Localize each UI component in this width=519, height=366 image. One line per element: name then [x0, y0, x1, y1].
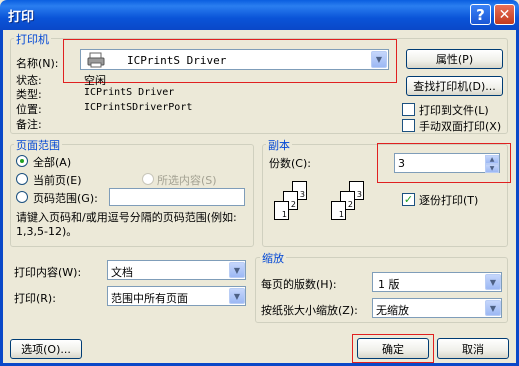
print-what-label: 打印内容(W):	[14, 266, 82, 279]
print-to-file-checkbox[interactable]	[402, 103, 415, 116]
comment-label: 备注:	[16, 118, 42, 131]
type-value: ICPrintS Driver	[84, 87, 175, 98]
highlight-copies	[377, 143, 511, 183]
close-button[interactable]: ✕	[494, 4, 515, 25]
copies-legend: 副本	[266, 137, 292, 153]
page-stack-1-page-1: 1	[274, 201, 289, 220]
window-title: 打印	[8, 10, 35, 25]
page-range-hint: 请键入页码和/或用逗号分隔的页码范围(例如: 1,3,5-12)。	[16, 211, 237, 238]
chevron-down-icon[interactable]: ▼	[485, 300, 501, 316]
print-what-select[interactable]: 文档 ▼	[107, 260, 246, 280]
status-value: 空闲	[84, 74, 106, 87]
type-label: 类型:	[16, 88, 42, 101]
help-icon: ?	[476, 5, 485, 24]
pages-input[interactable]	[109, 188, 245, 206]
properties-button[interactable]: 属性(P)	[406, 49, 503, 69]
radio-current-label: 当前页(E)	[33, 174, 82, 187]
chevron-down-icon[interactable]: ▼	[229, 288, 245, 304]
collate-label: 逐份打印(T)	[419, 194, 479, 207]
print-what-value: 文档	[111, 266, 133, 279]
radio-current[interactable]	[16, 173, 28, 185]
print-range-value: 范围中所有页面	[111, 292, 188, 305]
scale-value: 无缩放	[376, 304, 409, 317]
cancel-button[interactable]: 取消	[437, 338, 509, 359]
print-to-file-label: 打印到文件(L)	[419, 104, 489, 117]
zoom-legend: 缩放	[260, 250, 286, 266]
ok-button[interactable]: 确定	[357, 338, 429, 359]
highlight-printer-name	[63, 39, 397, 83]
title-bar	[0, 0, 519, 30]
radio-selection-label: 所选内容(S)	[157, 174, 217, 187]
radio-selection	[142, 173, 154, 185]
close-icon: ✕	[498, 6, 511, 23]
scale-select[interactable]: 无缩放 ▼	[372, 298, 502, 318]
help-button[interactable]: ?	[470, 4, 491, 25]
collate-checkbox[interactable]: ✓	[402, 193, 415, 206]
print-range-label: 打印(R):	[14, 292, 56, 305]
page-range-legend: 页面范围	[14, 137, 62, 153]
printer-name-label: 名称(N):	[16, 57, 59, 70]
manual-duplex-checkbox[interactable]	[402, 119, 415, 132]
where-label: 位置:	[16, 103, 42, 116]
radio-pages-label: 页码范围(G):	[33, 192, 98, 205]
chevron-down-icon[interactable]: ▼	[485, 274, 501, 290]
pages-per-sheet-select[interactable]: 1 版 ▼	[372, 272, 502, 292]
pages-per-sheet-value: 1 版	[378, 278, 400, 291]
copies-label: 份数(C):	[269, 157, 311, 170]
radio-all[interactable]	[16, 155, 28, 167]
chevron-down-icon[interactable]: ▼	[229, 262, 245, 278]
options-button[interactable]: 选项(O)...	[10, 339, 82, 359]
print-range-select[interactable]: 范围中所有页面 ▼	[107, 286, 246, 306]
radio-all-label: 全部(A)	[33, 156, 72, 169]
radio-pages[interactable]	[16, 191, 28, 203]
page-stack-2-page-1: 1	[331, 201, 346, 220]
where-value: ICPrintSDriverPort	[84, 102, 193, 113]
scale-label: 按纸张大小缩放(Z):	[261, 304, 358, 317]
printer-legend: 打印机	[14, 31, 51, 47]
pages-per-sheet-label: 每页的版数(H):	[261, 278, 337, 291]
find-printer-button[interactable]: 查找打印机(D)...	[406, 76, 503, 96]
manual-duplex-label: 手动双面打印(X)	[419, 120, 502, 133]
